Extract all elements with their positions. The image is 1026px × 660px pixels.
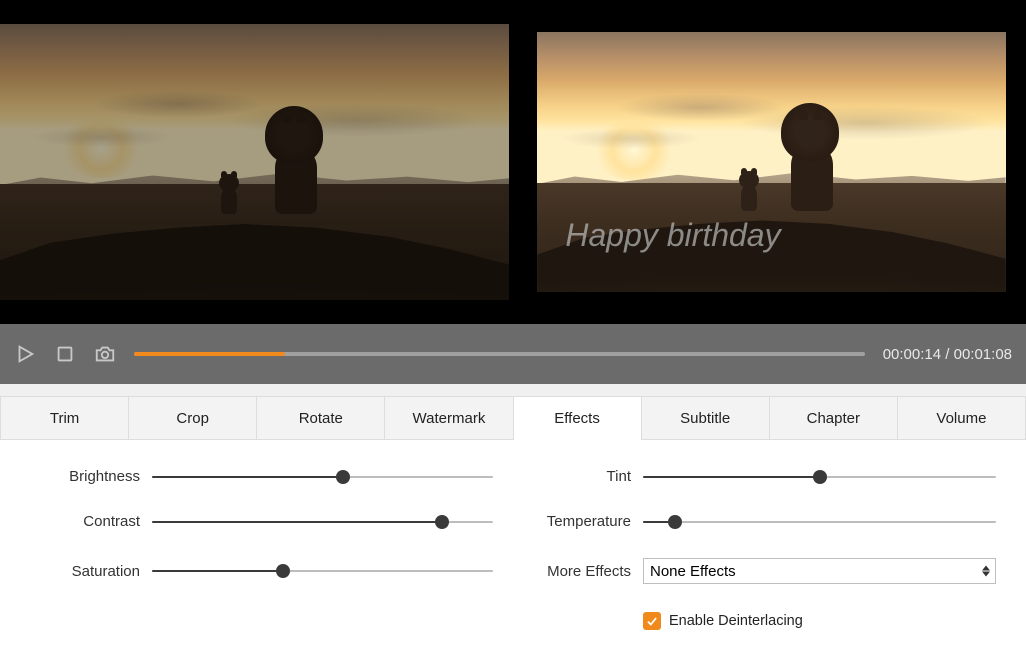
effects-panel: Brightness Tint Contrast Temperature Sat… [0,440,1026,660]
time-display: 00:00:14 / 00:01:08 [883,346,1012,363]
tab-chapter[interactable]: Chapter [770,396,898,439]
tab-trim[interactable]: Trim [0,396,129,439]
more-effects-label: More Effects [533,563,631,580]
tint-label: Tint [533,468,631,485]
brightness-slider[interactable] [152,476,493,478]
output-frame: Happy birthday [517,0,1026,324]
total-time: 00:01:08 [954,346,1012,363]
camera-icon[interactable] [94,343,116,365]
deinterlace-row: Enable Deinterlacing [643,612,996,630]
progress-bar[interactable] [134,352,865,356]
tab-watermark[interactable]: Watermark [385,396,513,439]
temperature-slider[interactable] [643,521,996,523]
deinterlace-checkbox[interactable] [643,612,661,630]
playback-bar: 00:00:14 / 00:01:08 [0,324,1026,384]
brightness-label: Brightness [30,468,140,485]
editor-tabs: Trim Crop Rotate Watermark Effects Subti… [0,396,1026,440]
saturation-slider[interactable] [152,570,493,572]
current-time: 00:00:14 [883,346,941,363]
deinterlace-label: Enable Deinterlacing [669,613,803,629]
stop-icon[interactable] [54,343,76,365]
tab-rotate[interactable]: Rotate [257,396,385,439]
tab-volume[interactable]: Volume [898,396,1026,439]
tab-crop[interactable]: Crop [129,396,257,439]
temperature-label: Temperature [533,513,631,530]
temperature-row: Temperature [533,513,996,530]
saturation-label: Saturation [30,563,140,580]
saturation-row: Saturation [30,558,493,584]
video-thumbnail [0,24,509,300]
contrast-label: Contrast [30,513,140,530]
more-effects-select[interactable]: None Effects [643,558,996,584]
tint-row: Tint [533,468,996,485]
play-icon[interactable] [14,343,36,365]
more-effects-row: More Effects None Effects [533,558,996,584]
contrast-row: Contrast [30,513,493,530]
progress-fill [134,352,285,356]
preview-area: Happy birthday [0,0,1026,324]
tab-effects[interactable]: Effects [514,396,642,439]
tint-slider[interactable] [643,476,996,478]
original-frame [0,0,509,324]
output-preview: Happy birthday [517,0,1026,324]
original-preview [0,0,509,324]
contrast-slider[interactable] [152,521,493,523]
video-thumbnail: Happy birthday [537,32,1005,292]
brightness-row: Brightness [30,468,493,485]
tab-subtitle[interactable]: Subtitle [642,396,770,439]
